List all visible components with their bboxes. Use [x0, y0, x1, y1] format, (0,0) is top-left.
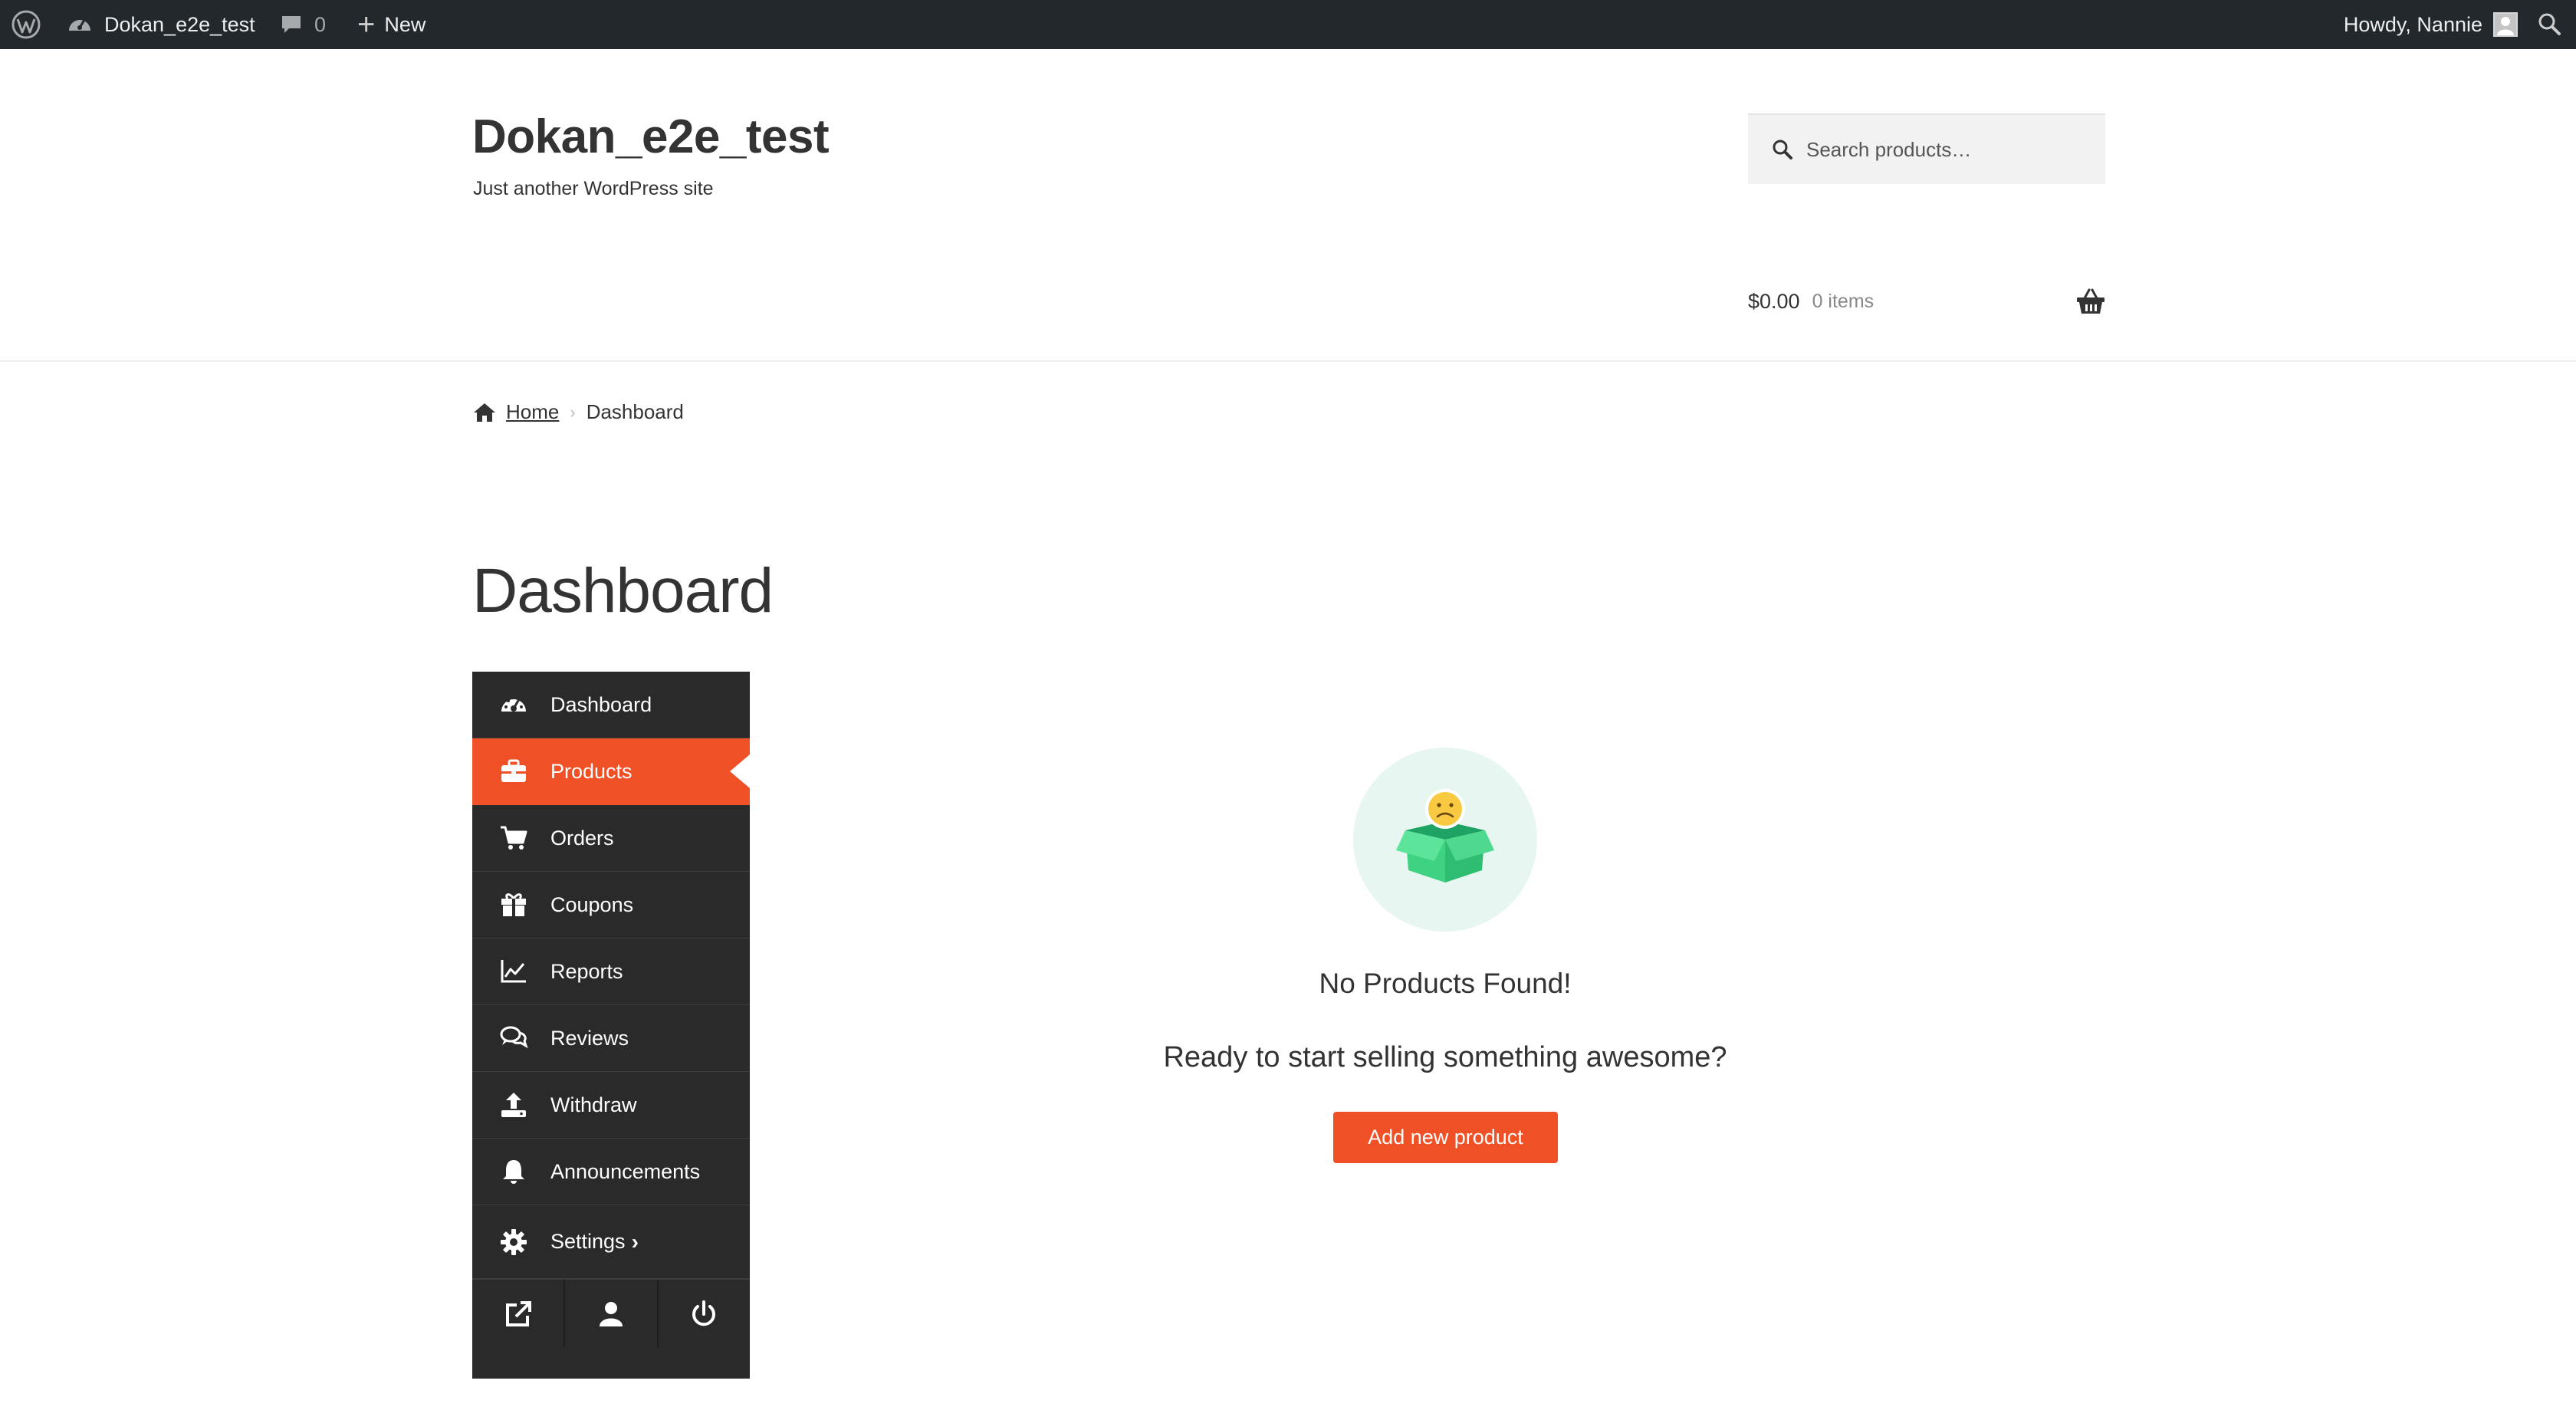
nav-item-label: Withdraw	[550, 1093, 637, 1116]
nav-item-label: Products	[550, 759, 632, 783]
dashboard-gauge-icon	[69, 19, 90, 31]
nav-item-settings[interactable]: Settings ›	[472, 1205, 750, 1279]
external-link-icon	[505, 1300, 531, 1326]
header-divider	[0, 360, 2576, 362]
nav-item-dashboard[interactable]: Dashboard	[472, 672, 750, 738]
briefcase-icon	[498, 756, 529, 787]
sidebar-footer	[472, 1279, 750, 1348]
admin-bar: Dokan_e2e_test 0 + New Howdy, Nannie	[0, 0, 2576, 49]
howdy-text: Howdy, Nannie	[2343, 12, 2482, 36]
shopping-basket-icon[interactable]	[2076, 288, 2105, 315]
nav-item-coupons[interactable]: Coupons	[472, 872, 750, 938]
header-cart[interactable]: $0.00 0 items	[1748, 282, 2105, 320]
admin-bar-new-label: New	[384, 12, 426, 36]
plus-icon: +	[357, 8, 376, 41]
nav-item-products[interactable]: Products	[472, 738, 750, 805]
visit-store-button[interactable]	[472, 1280, 566, 1348]
search-icon	[1773, 140, 1792, 159]
page-title: Dashboard	[472, 556, 774, 626]
comments-count: 0	[314, 12, 327, 36]
admin-bar-account[interactable]: Howdy, Nannie	[2344, 0, 2518, 49]
add-new-product-button[interactable]: Add new product	[1333, 1112, 1558, 1163]
user-icon	[599, 1301, 623, 1326]
avatar-user-icon	[2497, 17, 2514, 35]
cart-amount: $0.00	[1748, 289, 1800, 313]
nav-item-label: Reports	[550, 959, 623, 983]
line-chart-icon	[498, 956, 529, 987]
admin-bar-new[interactable]: + New	[357, 0, 426, 49]
nav-item-label: Coupons	[550, 892, 634, 916]
gear-icon	[498, 1227, 529, 1257]
nav-item-label: Dashboard	[550, 692, 652, 716]
empty-state-title: No Products Found!	[1319, 968, 1572, 999]
admin-bar-site-link[interactable]: Dokan_e2e_test	[66, 0, 255, 49]
comment-bubble-icon	[282, 16, 301, 33]
nav-item-reports[interactable]: Reports	[472, 938, 750, 1005]
gift-icon	[498, 889, 529, 920]
admin-bar-search-icon[interactable]	[2536, 11, 2562, 37]
product-search[interactable]	[1748, 113, 2105, 184]
empty-state-subtitle: Ready to start selling something awesome…	[1163, 1041, 1727, 1073]
breadcrumb-home-link[interactable]: Home	[506, 400, 559, 424]
edit-account-button[interactable]	[565, 1280, 659, 1348]
tachometer-icon	[498, 689, 529, 720]
nav-item-label: Reviews	[550, 1026, 629, 1050]
home-icon	[474, 403, 495, 422]
bell-icon	[498, 1156, 529, 1187]
sad-box-icon	[1396, 789, 1494, 883]
no-products-illustration	[1353, 748, 1537, 932]
admin-bar-site-name: Dokan_e2e_test	[104, 12, 255, 36]
site-title[interactable]: Dokan_e2e_test	[472, 113, 830, 161]
nav-item-reviews[interactable]: Reviews	[472, 1005, 750, 1072]
nav-item-orders[interactable]: Orders	[472, 805, 750, 872]
comments-icon	[498, 1023, 529, 1053]
nav-item-withdraw[interactable]: Withdraw	[472, 1072, 750, 1139]
breadcrumb-current: Dashboard	[586, 400, 684, 423]
cart-icon	[498, 823, 529, 853]
sidebar-bottom-spacer	[472, 1348, 750, 1379]
chevron-right-icon: ›	[631, 1229, 639, 1254]
search-input[interactable]	[1806, 137, 2098, 162]
wordpress-logo-icon[interactable]	[11, 9, 41, 40]
power-icon	[692, 1300, 716, 1326]
admin-bar-comments[interactable]: 0	[279, 0, 326, 49]
dashboard-sidebar: Dashboard Products Orders Coupons Report…	[472, 672, 750, 1379]
logout-button[interactable]	[659, 1280, 750, 1348]
cart-count: 0 items	[1812, 290, 1875, 312]
upload-icon	[498, 1090, 529, 1120]
nav-item-label: Announcements	[550, 1159, 701, 1183]
breadcrumb: Home › Dashboard	[472, 400, 684, 424]
nav-item-label: Settings	[550, 1230, 626, 1253]
nav-item-announcements[interactable]: Announcements	[472, 1139, 750, 1205]
breadcrumb-separator: ›	[570, 402, 576, 422]
nav-item-label: Orders	[550, 826, 614, 850]
avatar	[2493, 12, 2518, 37]
site-tagline: Just another WordPress site	[473, 178, 714, 199]
